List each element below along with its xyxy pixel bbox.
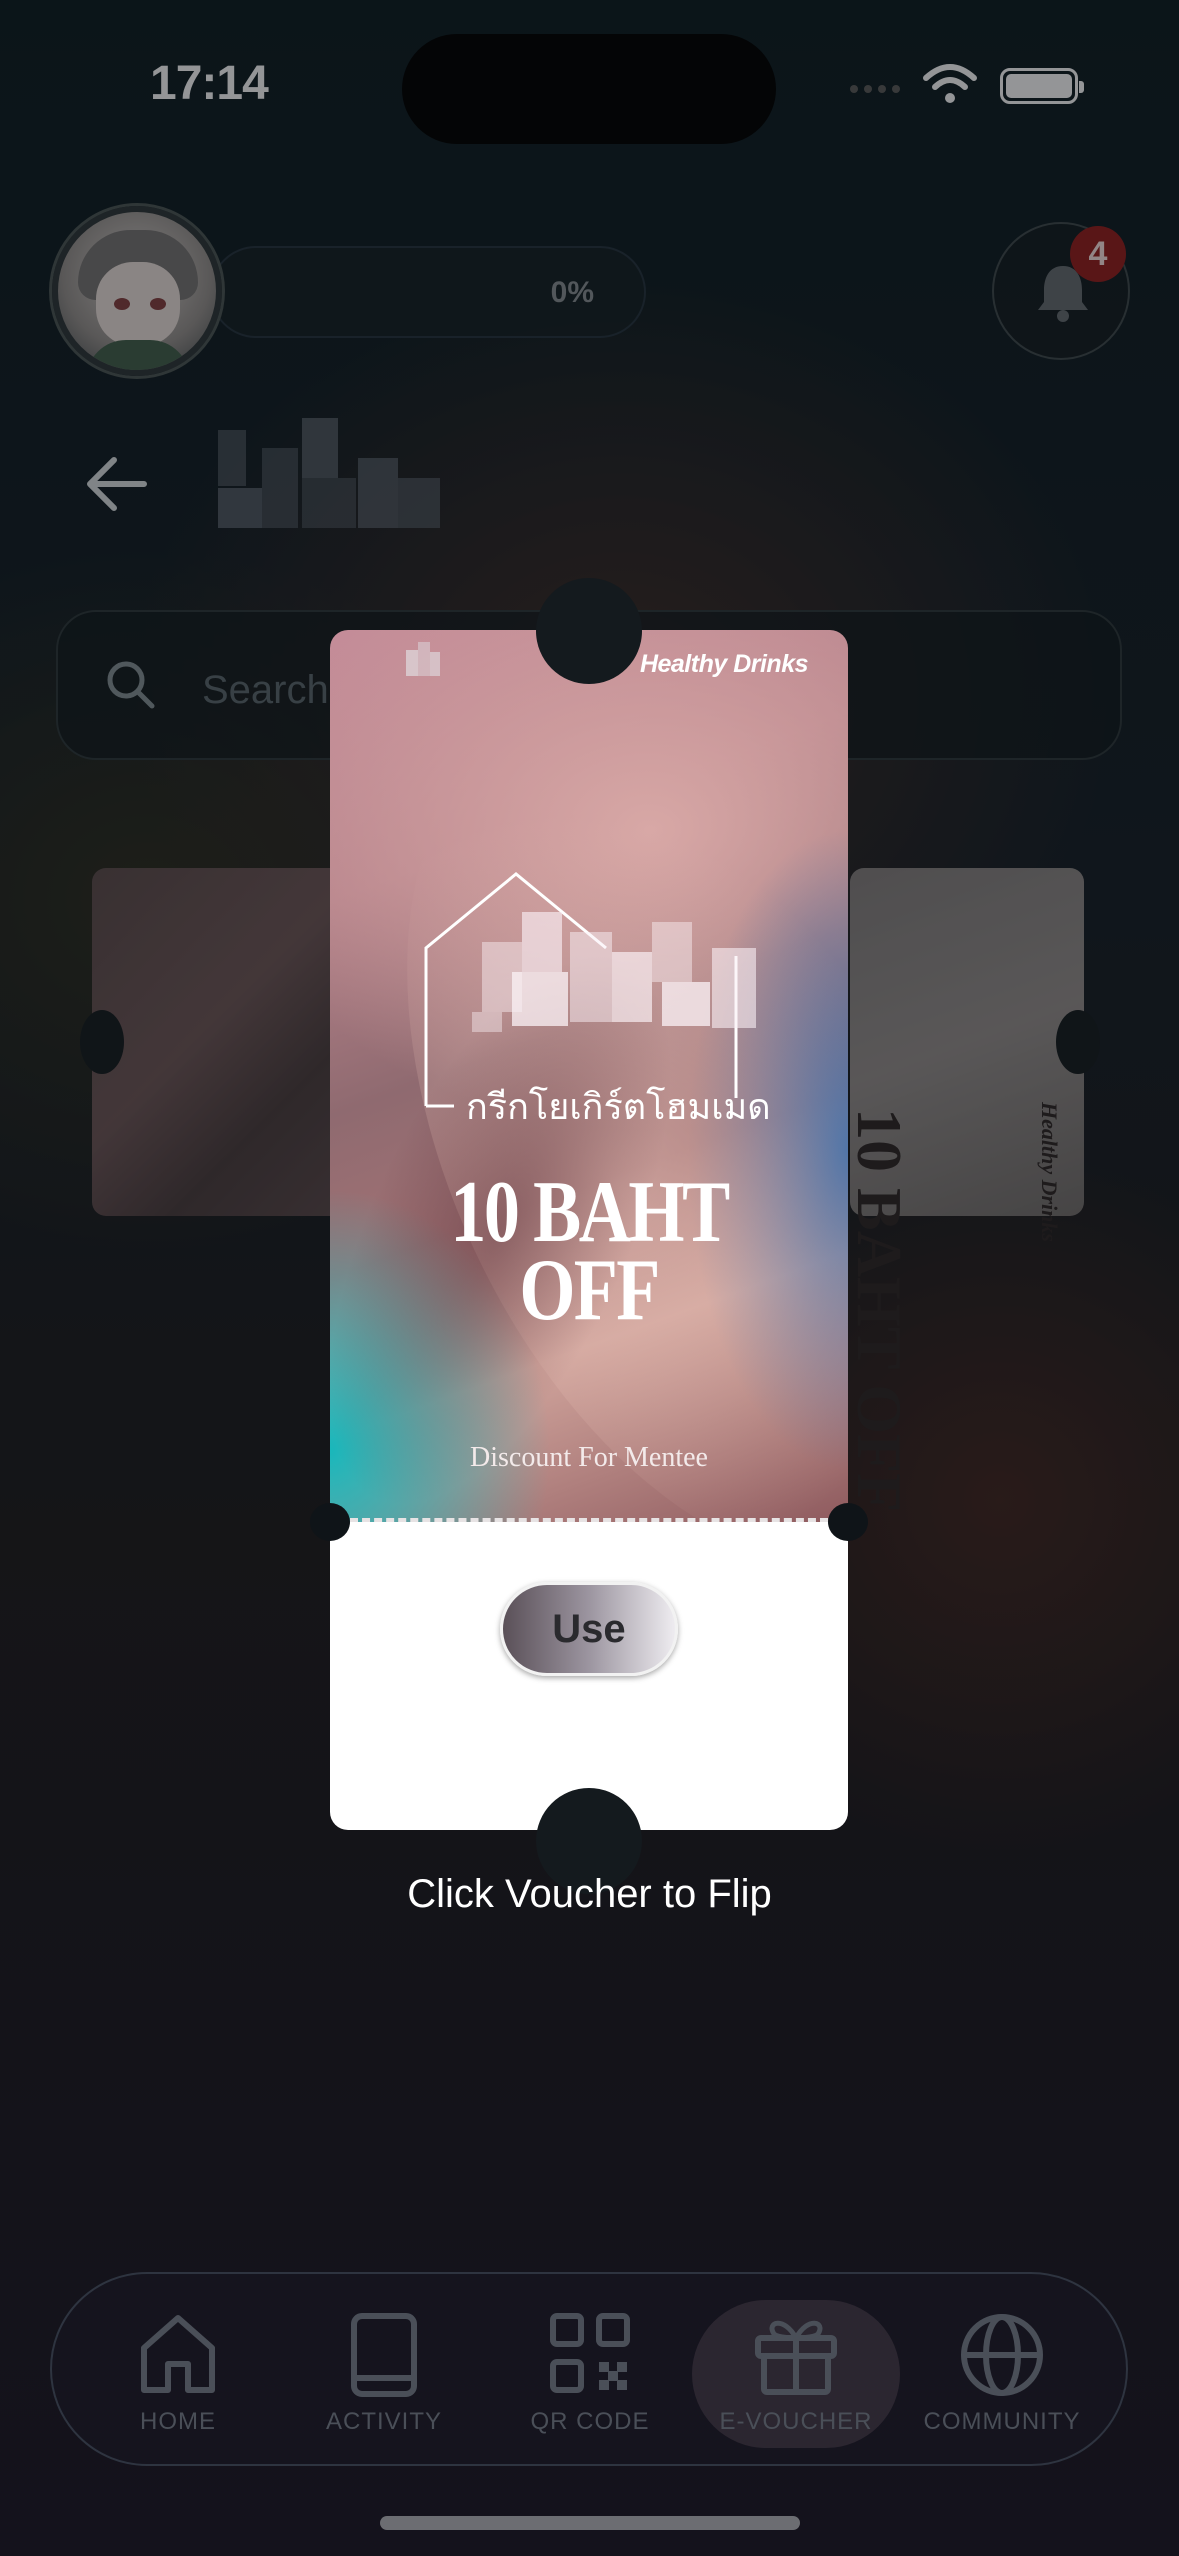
qr-code-icon: [550, 2313, 630, 2393]
voucher-description: Discount For Mentee: [470, 1442, 708, 1473]
nav-label: HOME: [140, 2408, 216, 2435]
nav-qr-code[interactable]: QR CODE: [490, 2274, 690, 2468]
nav-label: E-VOUCHER: [719, 2408, 873, 2435]
voucher-front[interactable]: Healthy Drinks กรีกโยเกิร์ตโฮมเมด 10 BAH…: [330, 630, 848, 1522]
nav-community[interactable]: COMMUNITY: [902, 2274, 1102, 2468]
brand-logo: [406, 642, 440, 676]
voucher-card[interactable]: Healthy Drinks กรีกโยเกิร์ตโฮมเมด 10 BAH…: [310, 578, 868, 1894]
bottom-nav: HOME ACTIVITY QR CODE E-VOUCHER COMMUNIT…: [50, 2272, 1128, 2466]
voucher-deal-line2: OFF: [519, 1242, 660, 1339]
voucher-brand: Healthy Drinks: [639, 650, 809, 678]
nav-label: QR CODE: [530, 2408, 650, 2435]
flip-hint: Click Voucher to Flip: [407, 1872, 772, 1916]
nav-home[interactable]: HOME: [78, 2274, 278, 2468]
ticket-notch: [828, 1503, 868, 1541]
ticket-notch: [310, 1503, 350, 1541]
nav-activity[interactable]: ACTIVITY: [284, 2274, 484, 2468]
use-button[interactable]: Use: [500, 1582, 678, 1676]
book-icon: [351, 2313, 417, 2397]
shop-name-redacted: [462, 912, 762, 1052]
nav-e-voucher[interactable]: E-VOUCHER: [692, 2274, 900, 2468]
voucher-stub: [330, 1522, 848, 1830]
ticket-notch: [536, 578, 642, 684]
home-indicator[interactable]: [380, 2516, 800, 2530]
nav-label: ACTIVITY: [325, 2408, 442, 2435]
voucher-tagline: กรีกโยเกิร์ตโฮมเมด: [466, 1087, 771, 1128]
globe-icon: [961, 2314, 1043, 2396]
nav-label: COMMUNITY: [923, 2408, 1081, 2435]
gift-icon: [755, 2320, 837, 2395]
perforation-divider: [350, 1518, 828, 1522]
home-icon: [141, 2315, 215, 2393]
